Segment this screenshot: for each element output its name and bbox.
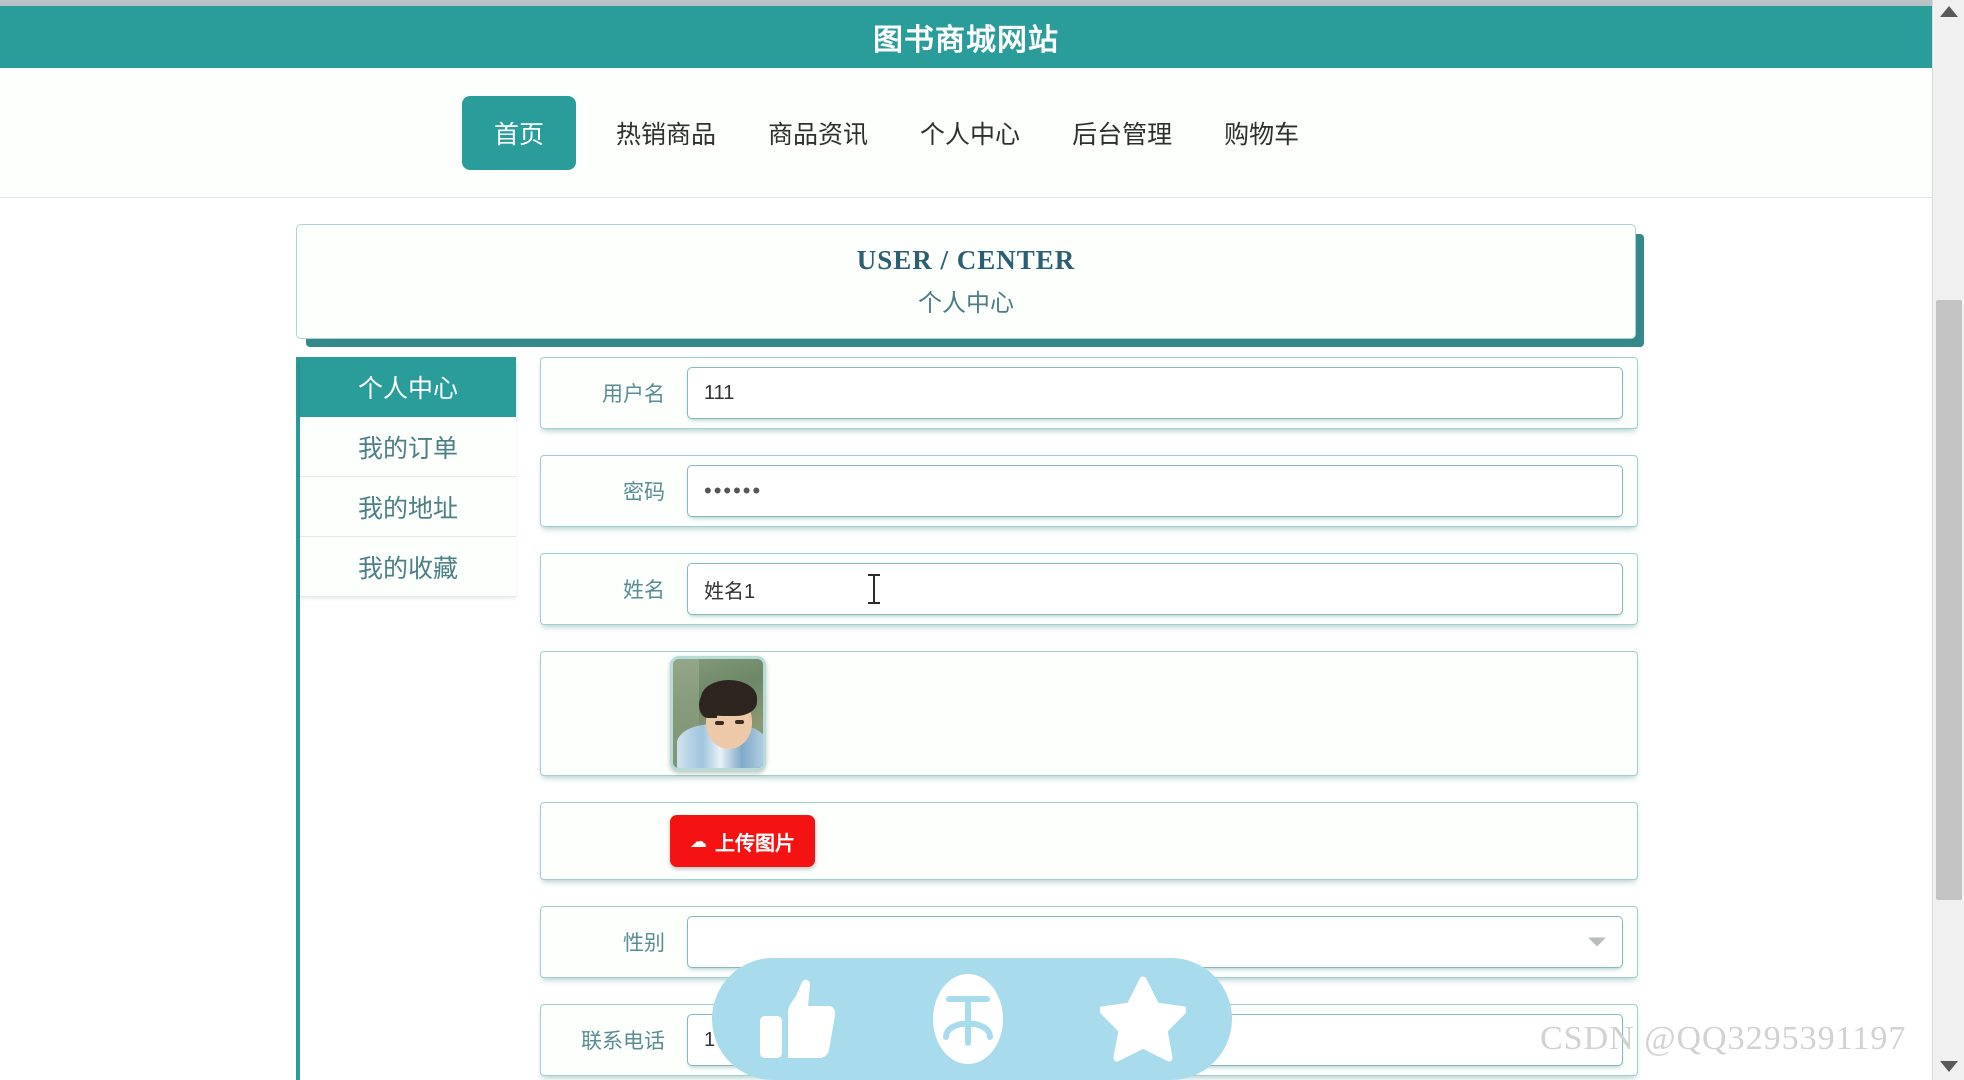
nav-items-container: 首页 热销商品 商品资讯 个人中心 后台管理 购物车: [462, 95, 1325, 170]
phone-label: 联系电话: [581, 1030, 665, 1053]
name-input-value: 姓名1: [704, 580, 756, 603]
form-row-username: 用户名 111: [540, 357, 1638, 429]
scroll-down-arrow-icon[interactable]: [1939, 1061, 1958, 1072]
password-masked-value: ••••••: [704, 478, 763, 503]
banner-title-cn: 个人中心: [918, 291, 1014, 317]
gender-label: 性别: [623, 932, 665, 955]
nav-item-admin[interactable]: 后台管理: [1046, 115, 1198, 151]
form-row-avatar: [540, 651, 1638, 776]
password-label: 密码: [623, 481, 665, 504]
page-root: 图书商城网站 首页 热销商品 商品资讯 个人中心 后台管理 购物车 USER /…: [0, 0, 1964, 1080]
page-banner: USER / CENTER 个人中心: [296, 224, 1636, 339]
thumbs-up-icon[interactable]: [758, 976, 836, 1062]
name-label: 姓名: [623, 579, 665, 602]
bu-glyph-icon[interactable]: [929, 971, 1007, 1067]
password-input[interactable]: ••••••: [687, 465, 1623, 517]
form-row-upload: ☁ 上传图片: [540, 802, 1638, 880]
nav-item-user-center[interactable]: 个人中心: [894, 115, 1046, 151]
avatar-eye-right: [735, 720, 744, 724]
avatar[interactable]: [670, 656, 766, 771]
sidebar-item-my-address[interactable]: 我的地址: [300, 477, 516, 537]
avatar-eye-left: [715, 721, 724, 725]
username-label: 用户名: [602, 383, 665, 406]
main-navigation: 首页 热销商品 商品资讯 个人中心 后台管理 购物车: [0, 68, 1932, 198]
scroll-up-arrow-icon[interactable]: [1939, 6, 1958, 17]
upload-cloud-icon: ☁: [690, 831, 707, 851]
upload-image-button[interactable]: ☁ 上传图片: [670, 815, 815, 867]
nav-item-cart[interactable]: 购物车: [1198, 115, 1325, 151]
sidebar-item-my-favorites[interactable]: 我的收藏: [300, 537, 516, 597]
sidebar-item-user-center[interactable]: 个人中心: [300, 357, 516, 417]
name-input[interactable]: 姓名1: [687, 563, 1623, 615]
nav-item-home[interactable]: 首页: [462, 95, 577, 170]
nav-item-hot-products[interactable]: 热销商品: [590, 115, 742, 151]
avatar-hair-side: [699, 692, 717, 718]
star-icon[interactable]: [1099, 976, 1186, 1062]
site-title: 图书商城网站: [873, 24, 1059, 57]
text-cursor-icon: [868, 574, 880, 604]
sidebar-item-my-orders[interactable]: 我的订单: [300, 417, 516, 477]
form-row-name: 姓名 姓名1: [540, 553, 1638, 625]
chevron-down-icon[interactable]: [1588, 937, 1606, 947]
username-input[interactable]: 111: [687, 367, 1623, 419]
floating-share-widget: [712, 958, 1232, 1080]
banner-title-en: USER / CENTER: [856, 245, 1076, 275]
site-header: 图书商城网站: [0, 6, 1932, 68]
user-center-sidebar: 个人中心 我的订单 我的地址 我的收藏: [296, 357, 516, 1080]
vertical-scrollbar[interactable]: [1932, 0, 1964, 1080]
scrollbar-thumb[interactable]: [1936, 300, 1962, 900]
watermark-text: CSDN @QQ3295391197: [1540, 1020, 1907, 1057]
form-row-password: 密码 ••••••: [540, 455, 1638, 527]
nav-item-product-news[interactable]: 商品资讯: [742, 115, 894, 151]
upload-button-label: 上传图片: [715, 832, 795, 855]
